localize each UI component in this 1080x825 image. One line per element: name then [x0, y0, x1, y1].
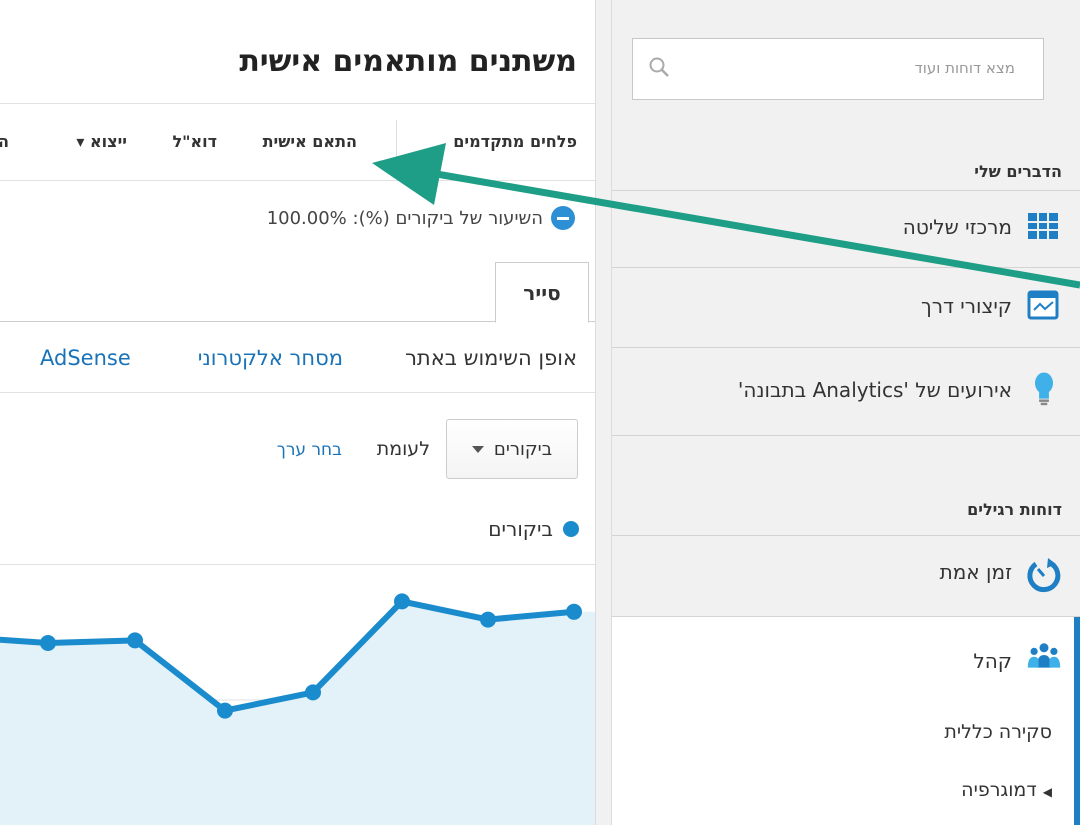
metric-dropdown-value: ביקורים: [493, 438, 553, 460]
data-point[interactable]: [40, 635, 56, 651]
search-input[interactable]: מצא דוחות ועוד: [632, 38, 1044, 100]
metric-summary-text: השיעור של ביקורים (%): 100.00%: [266, 207, 543, 229]
data-point[interactable]: [305, 684, 321, 701]
search-placeholder: מצא דוחות ועוד: [914, 59, 1015, 77]
sidebar-item-shortcuts[interactable]: קיצורי דרך: [612, 270, 1080, 348]
legend-label: ביקורים: [488, 517, 553, 541]
subtab-site-usage[interactable]: אופן השימוש באתר: [405, 346, 577, 370]
select-value-link[interactable]: בחר ערך: [277, 440, 342, 460]
sidebar-item-dashboards[interactable]: מרכזי שליטה: [612, 190, 1080, 268]
shortcuts-icon: [1027, 290, 1059, 320]
pane-divider[interactable]: [595, 0, 612, 825]
dashboard-grid-icon: [1028, 213, 1058, 239]
chevron-down-icon: [471, 445, 484, 453]
report-main-pane: משתנים מותאמים אישית פלחים מתקדמים התאם …: [0, 0, 595, 825]
data-point[interactable]: [394, 593, 410, 610]
email-button[interactable]: דוא"ל: [172, 132, 217, 151]
advanced-segments-button[interactable]: פלחים מתקדמים: [453, 132, 577, 151]
legend-dot-icon: [563, 521, 579, 537]
data-point[interactable]: [217, 702, 233, 719]
export-button[interactable]: ייצוא ▾: [76, 132, 127, 151]
real-time-icon: [1027, 558, 1061, 593]
customize-button[interactable]: התאם אישית: [263, 132, 357, 151]
collapse-icon[interactable]: [551, 206, 575, 230]
add-to-dashboard-button[interactable]: ה: [0, 132, 9, 151]
sidebar-item-real-time[interactable]: זמן אמת: [612, 535, 1080, 617]
sidebar-item-label: זמן אמת: [939, 560, 1012, 584]
subtab-ecommerce[interactable]: מסחר אלקטרוני: [198, 346, 343, 370]
data-point[interactable]: [127, 632, 143, 649]
versus-label: לעומת: [376, 438, 430, 460]
sidebar: מצא דוחות ועוד הדברים שלי מרכזי שליטה קי…: [612, 0, 1080, 825]
visits-chart[interactable]: [0, 565, 595, 825]
metric-dropdown[interactable]: ביקורים: [446, 419, 578, 479]
lightbulb-icon: [1035, 372, 1053, 406]
series-area: [0, 601, 595, 825]
sidebar-subitem-demographics[interactable]: ◀ דמוגרפיה: [961, 779, 1052, 801]
sidebar-item-audience[interactable]: קהל סקירה כללית ◀ דמוגרפיה: [612, 617, 1080, 825]
sidebar-subitem-label: דמוגרפיה: [961, 779, 1037, 801]
standard-reports-heading: דוחות רגילים: [967, 500, 1062, 519]
caret-left-icon: ◀: [1042, 785, 1052, 799]
sidebar-item-intelligence-events[interactable]: אירועים של 'Analytics בתבונה': [612, 350, 1080, 436]
toolbar-divider: [0, 103, 595, 104]
subtab-adsense[interactable]: AdSense: [40, 346, 131, 370]
my-stuff-heading: הדברים שלי: [974, 162, 1062, 181]
metric-summary: השיעור של ביקורים (%): 100.00%: [267, 204, 575, 232]
audience-icon: [1027, 643, 1061, 668]
toolbar-separator: [396, 120, 397, 162]
page-title: משתנים מותאמים אישית: [239, 44, 577, 79]
data-point[interactable]: [566, 603, 582, 620]
tab-explorer[interactable]: סייר: [495, 262, 589, 323]
sidebar-subitem-overview[interactable]: סקירה כללית: [944, 721, 1052, 743]
sidebar-item-label: קיצורי דרך: [920, 294, 1012, 318]
sidebar-item-label: אירועים של 'Analytics בתבונה': [737, 378, 1012, 402]
search-icon: [649, 57, 669, 77]
data-point[interactable]: [480, 611, 496, 628]
subtabs-divider: [0, 392, 595, 393]
toolbar-divider: [0, 180, 595, 181]
sidebar-item-label: קהל: [973, 649, 1012, 673]
sidebar-item-label: מרכזי שליטה: [902, 215, 1012, 239]
chart-legend: ביקורים: [488, 517, 579, 541]
